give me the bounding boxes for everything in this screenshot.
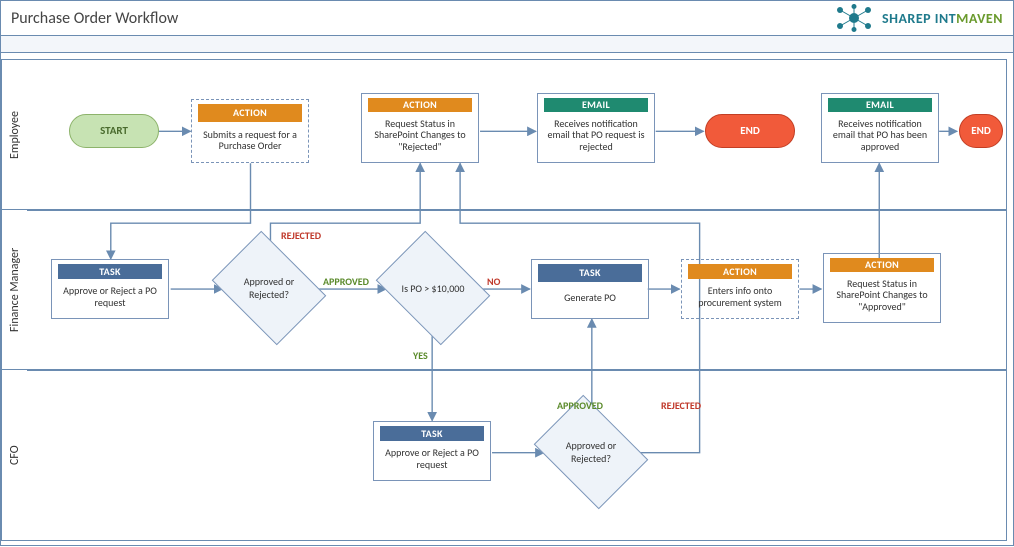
edge-rejected-2: REJECTED [661, 399, 701, 412]
lane-label-finance: Finance Manager [1, 209, 28, 371]
decision-text: Is PO > $10,000 [394, 282, 473, 295]
diagram-body: Employee Finance Manager CFO [1, 53, 1013, 547]
email-header: EMAIL [828, 98, 932, 112]
decision-text: Approved or Rejected? [545, 439, 637, 465]
edge-yes: YES [413, 349, 428, 362]
logo-text: SHAREP INTMAVEN [882, 10, 1003, 27]
task-body: Approve or Reject a PO request [54, 279, 166, 314]
action-body: Request Status in SharePoint Changes to … [364, 112, 476, 159]
email-body: Receives notification email that PO has … [824, 112, 936, 159]
email-header: EMAIL [544, 98, 648, 112]
action-header: ACTION [688, 264, 792, 279]
task-header: TASK [538, 264, 642, 282]
logo-icon [832, 4, 876, 32]
task-generate-po: TASK Generate PO [531, 259, 649, 319]
logo: SHAREP INTMAVEN [832, 4, 1003, 32]
task-body: Approve or Reject a PO request [376, 441, 488, 476]
decision-text: Approved or Rejected? [223, 275, 315, 301]
email-rejected: EMAIL Receives notification email that P… [537, 93, 655, 163]
action-body: Request Status in SharePoint Changes to … [826, 272, 938, 319]
decision-po-threshold: Is PO > $10,000 [387, 253, 479, 323]
lane-cfo [27, 369, 1007, 541]
edge-rejected-1: REJECTED [281, 229, 321, 242]
decision-cfo: Approved or Rejected? [545, 417, 637, 487]
end-node-2: END [959, 114, 1003, 148]
edge-approved-2: APPROVED [557, 399, 603, 412]
task-header: TASK [380, 426, 484, 441]
action-header: ACTION [368, 98, 472, 112]
start-node: START [69, 114, 159, 148]
start-label: START [100, 125, 128, 138]
header-spacer [1, 36, 1013, 53]
lane-label-cfo: CFO [1, 369, 28, 541]
task-body: Generate PO [534, 282, 646, 314]
diagram-frame: Purchase Order Workflow SHAREP INTMAVEN [0, 0, 1014, 546]
action-status-rejected: ACTION Request Status in SharePoint Chan… [361, 93, 479, 163]
email-body: Receives notification email that PO requ… [540, 112, 652, 159]
decision-approved-rejected: Approved or Rejected? [223, 253, 315, 323]
task-header: TASK [58, 264, 162, 279]
action-header: ACTION [830, 258, 934, 272]
end-node-1: END [705, 114, 795, 148]
action-status-approved: ACTION Request Status in SharePoint Chan… [823, 253, 941, 323]
email-approved: EMAIL Receives notification email that P… [821, 93, 939, 163]
lane-label-employee: Employee [1, 59, 28, 211]
task-fm-approve: TASK Approve or Reject a PO request [51, 259, 169, 319]
end-label: END [740, 125, 760, 138]
task-cfo-approve: TASK Approve or Reject a PO request [373, 421, 491, 481]
action-header: ACTION [198, 104, 302, 122]
action-submit-request: ACTION Submits a request for a Purchase … [191, 99, 309, 163]
edge-approved-1: APPROVED [323, 275, 369, 288]
end-label: END [971, 125, 991, 138]
page-title: Purchase Order Workflow [11, 9, 178, 28]
action-body: Submits a request for a Purchase Order [194, 122, 306, 158]
edge-no: NO [487, 275, 500, 288]
title-bar: Purchase Order Workflow SHAREP INTMAVEN [1, 1, 1013, 36]
action-body: Enters info onto procurement system [684, 279, 796, 314]
action-enter-info: ACTION Enters info onto procurement syst… [681, 259, 799, 319]
